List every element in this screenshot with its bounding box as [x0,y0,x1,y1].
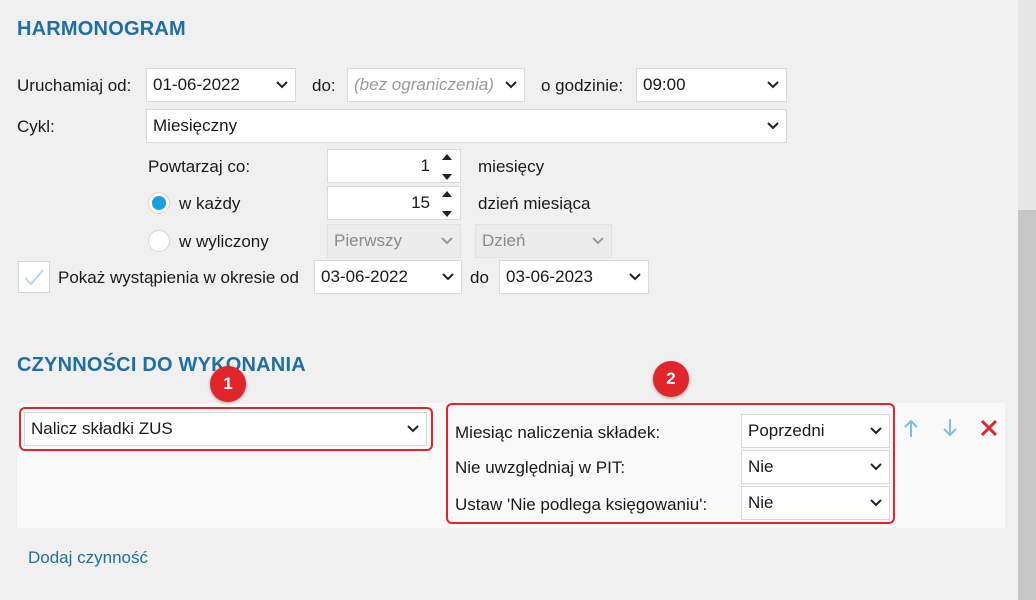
radio-selected-dot [152,196,166,210]
stepper-down-icon[interactable] [441,210,453,218]
radio-each-day[interactable] [148,192,170,214]
move-down-button[interactable] [938,416,962,440]
show-to-date-picker[interactable]: 03-06-2023 [499,260,649,294]
vertical-scrollbar-thumb[interactable] [1018,210,1036,600]
day-of-month-stepper[interactable]: 15 [327,186,461,220]
day-of-month-value: 15 [411,193,430,212]
radio-computed-day[interactable] [148,230,170,252]
chevron-down-icon [441,270,455,284]
cycle-label: Cykl: [17,117,55,136]
section-title-schedule: HARMONOGRAM [17,18,186,40]
computed-day-value: Dzień [482,231,526,250]
stepper-down-icon[interactable] [441,173,453,181]
hour-value: 09:00 [643,75,686,94]
add-action-link[interactable]: Dodaj czynność [28,548,148,568]
checkmark-icon [24,269,44,286]
highlight-box-1 [19,407,433,451]
computed-label: w wyliczony [179,232,269,251]
to-label: do: [312,76,336,95]
computed-day-select[interactable]: Dzień [475,224,612,258]
chevron-down-icon [440,234,454,248]
cycle-value: Miesięczny [153,116,238,135]
chevron-down-icon [504,78,518,92]
chevron-down-icon [766,119,780,133]
computed-which-value: Pierwszy [334,231,403,250]
chevron-down-icon [628,270,642,284]
stepper-up-icon[interactable] [441,190,453,198]
run-from-value: 01-06-2022 [153,75,240,94]
move-up-button[interactable] [899,416,923,440]
chevron-down-icon [591,234,605,248]
highlight-box-2 [446,403,895,524]
chevron-down-icon [766,78,780,92]
callout-badge-2: 2 [653,361,689,397]
each-unit: dzień miesiąca [478,194,591,213]
run-from-date-picker[interactable]: 01-06-2022 [146,68,296,102]
show-from-date-picker[interactable]: 03-06-2022 [314,260,462,294]
show-occurrences-checkbox[interactable] [18,261,50,293]
repeat-stepper[interactable]: 1 [327,149,461,183]
show-to-label: do [470,268,489,287]
arrow-up-icon [904,419,918,437]
each-label: w każdy [179,194,241,213]
close-icon [980,419,998,437]
delete-action-button[interactable] [977,416,1001,440]
callout-badge-1: 1 [210,366,246,402]
stepper-up-icon[interactable] [441,153,453,161]
cycle-select[interactable]: Miesięczny [146,109,787,143]
show-to-value: 03-06-2023 [506,267,593,286]
run-from-label: Uruchamiaj od: [17,76,132,95]
chevron-down-icon [275,78,289,92]
section-title-actions: CZYNNOŚCI DO WYKONANIA [17,354,306,376]
show-from-value: 03-06-2022 [321,267,408,286]
repeat-unit: miesięcy [478,157,545,176]
run-to-value: (bez ograniczenia) [354,75,494,94]
run-to-date-picker[interactable]: (bez ograniczenia) [347,68,525,102]
repeat-label: Powtarzaj co: [148,157,251,176]
at-hour-label: o godzinie: [541,76,624,95]
repeat-value: 1 [420,156,430,175]
hour-select[interactable]: 09:00 [636,68,787,102]
computed-which-select[interactable]: Pierwszy [327,224,461,258]
arrow-down-icon [943,419,957,437]
show-occurrences-label: Pokaż wystąpienia w okresie od [58,268,299,287]
